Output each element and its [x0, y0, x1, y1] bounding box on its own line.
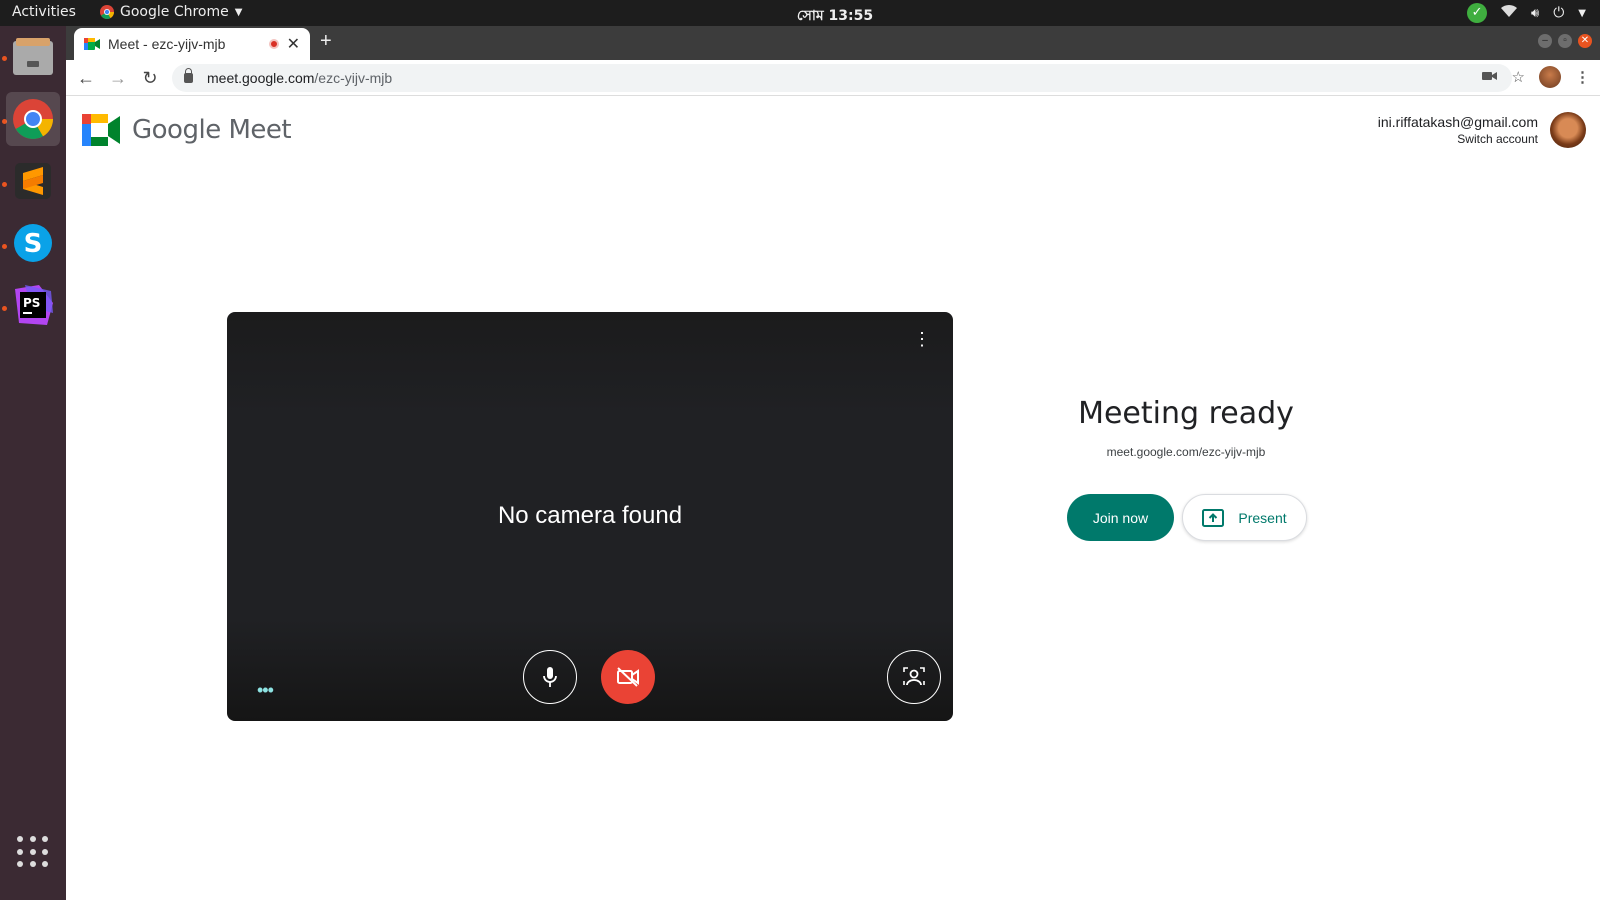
camera-off-button[interactable]	[601, 650, 655, 704]
forward-button[interactable]: →	[108, 68, 128, 89]
chrome-menu-icon[interactable]: ⋮	[1575, 68, 1590, 86]
google-meet-logo-icon	[82, 114, 120, 146]
address-bar[interactable]: meet.google.com/ezc-yijv-mjb	[172, 64, 1512, 92]
svg-text:PS: PS	[23, 296, 40, 310]
switch-account-link[interactable]: Switch account	[1378, 132, 1538, 146]
meet-page: Google Meet ini.riffatakash@gmail.com Sw…	[66, 96, 1600, 900]
microphone-button[interactable]	[523, 650, 577, 704]
chrome-window: Meet - ezc-yijv-mjb ✕ + – ▫ ✕ ← → ↻ meet…	[66, 26, 1600, 900]
meet-brand[interactable]: Google Meet	[82, 114, 292, 146]
power-icon[interactable]: ⏻	[1553, 5, 1564, 21]
clock[interactable]: সোম 13:55	[0, 4, 1600, 28]
browser-toolbar: ← → ↻ meet.google.com/ezc-yijv-mjb ☆ ⋮	[66, 60, 1600, 96]
bookmark-star-icon[interactable]: ☆	[1512, 68, 1525, 86]
gnome-top-bar: Activities Google Chrome ▼ সোম 13:55 ✓ 🔊…	[0, 0, 1600, 26]
account-avatar[interactable]	[1550, 112, 1586, 148]
dock-phpstorm[interactable]: PS	[6, 278, 60, 332]
brand-name: Google Meet	[132, 115, 292, 145]
wifi-icon[interactable]	[1501, 4, 1518, 22]
meeting-link[interactable]: meet.google.com/ezc-yijv-mjb	[1046, 445, 1326, 459]
skype-icon: S	[14, 224, 52, 262]
minimize-button[interactable]: –	[1538, 34, 1552, 48]
recording-icon	[268, 39, 279, 49]
close-tab-icon[interactable]: ✕	[287, 34, 300, 54]
profile-avatar[interactable]	[1539, 66, 1561, 88]
volume-icon[interactable]: 🔊︎	[1531, 6, 1539, 21]
svg-text:S: S	[24, 229, 43, 259]
lock-icon[interactable]	[184, 68, 193, 83]
checkmark-icon[interactable]: ✓	[1467, 3, 1488, 23]
dock-chrome[interactable]	[6, 92, 60, 146]
meeting-ready-title: Meeting ready	[1078, 396, 1294, 431]
account-info: ini.riffatakash@gmail.com Switch account	[1378, 114, 1538, 146]
system-tray[interactable]: ✓ 🔊︎ ⏻ ▼	[1467, 3, 1586, 23]
tab-title: Meet - ezc-yijv-mjb	[108, 36, 226, 52]
microphone-icon	[543, 667, 557, 687]
ubuntu-dock: S PS	[0, 26, 66, 900]
dock-skype[interactable]: S	[6, 216, 60, 270]
window-controls: – ▫ ✕	[1538, 34, 1592, 48]
present-screen-icon	[1202, 508, 1225, 527]
join-now-button[interactable]: Join now	[1067, 494, 1174, 541]
account-email: ini.riffatakash@gmail.com	[1377, 114, 1538, 130]
meet-favicon-icon	[84, 38, 100, 50]
dock-files[interactable]	[6, 30, 60, 84]
new-tab-button[interactable]: +	[320, 30, 332, 53]
sublime-text-icon	[15, 163, 51, 199]
meeting-ready-panel: Meeting ready meet.google.com/ezc-yijv-m…	[1046, 396, 1326, 459]
join-actions: Join now Present	[1067, 494, 1307, 541]
toolbar-actions: ☆ ⋮	[1481, 66, 1590, 88]
more-options-icon[interactable]: ⋮	[913, 330, 931, 348]
close-window-button[interactable]: ✕	[1578, 34, 1592, 48]
tab-meet[interactable]: Meet - ezc-yijv-mjb ✕	[74, 28, 310, 60]
visual-effects-icon	[903, 667, 925, 686]
visual-effects-button[interactable]	[887, 650, 941, 704]
back-button[interactable]: ←	[76, 68, 96, 89]
present-label: Present	[1238, 509, 1287, 526]
reload-button[interactable]: ↻	[140, 68, 160, 89]
video-preview: ⋮ No camera found •••	[227, 312, 953, 721]
phpstorm-icon: PS	[15, 285, 53, 325]
audio-level-icon: •••	[257, 680, 274, 700]
camera-blocked-icon[interactable]	[1481, 69, 1498, 86]
dock-sublime-text[interactable]	[6, 154, 60, 208]
present-button[interactable]: Present	[1182, 494, 1307, 541]
url-path: /ezc-yijv-mjb	[314, 70, 393, 86]
chevron-down-icon[interactable]: ▼	[1578, 8, 1586, 19]
chrome-icon	[13, 99, 53, 139]
url-host: meet.google.com	[207, 70, 315, 86]
files-icon	[13, 38, 53, 75]
tab-strip: Meet - ezc-yijv-mjb ✕ + – ▫ ✕	[66, 26, 1600, 60]
show-applications-icon[interactable]	[17, 836, 49, 868]
camera-off-icon	[617, 667, 639, 687]
no-camera-message: No camera found	[497, 502, 683, 529]
maximize-button[interactable]: ▫	[1558, 34, 1572, 48]
